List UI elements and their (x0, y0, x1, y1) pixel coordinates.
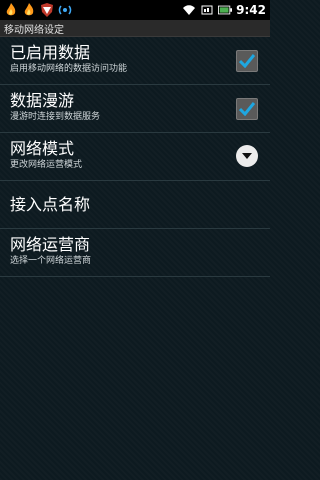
setting-title: 接入点名称 (10, 195, 91, 214)
setting-summary: 漫游时连接到数据服务 (10, 112, 101, 122)
checkmark-icon (239, 102, 255, 116)
setting-network-mode[interactable]: 网络模式 更改网络运营模式 (0, 133, 270, 181)
status-bar: 9:42 (0, 0, 270, 20)
clock: 9:42 (236, 3, 266, 17)
sim-icon (200, 3, 214, 17)
page-title: 移动网络设定 (0, 20, 270, 37)
status-right: 9:42 (182, 3, 266, 17)
setting-title: 已启用数据 (10, 43, 91, 62)
setting-access-point-names[interactable]: 接入点名称 (0, 181, 270, 229)
setting-summary: 选择一个网络运营商 (10, 256, 92, 266)
setting-network-operators[interactable]: 网络运营商 选择一个网络运营商 (0, 229, 270, 277)
wifi-broadcast-icon (58, 3, 72, 17)
data-enabled-checkbox[interactable] (236, 50, 258, 72)
shield-icon (40, 3, 54, 17)
battery-icon (218, 3, 233, 17)
setting-summary: 更改网络运营模式 (10, 160, 83, 170)
settings-list: 已启用数据 启用移动网络的数据访问功能 数据漫游 漫游时连接到数据服务 网络模式… (0, 37, 270, 277)
setting-data-roaming[interactable]: 数据漫游 漫游时连接到数据服务 (0, 85, 270, 133)
flame-icon (22, 3, 36, 17)
setting-title: 数据漫游 (10, 91, 75, 110)
chevron-down-icon (242, 153, 252, 159)
setting-title: 网络模式 (10, 139, 75, 158)
status-left (4, 3, 72, 17)
flame-icon (4, 3, 18, 17)
data-roaming-checkbox[interactable] (236, 98, 258, 120)
setting-summary: 启用移动网络的数据访问功能 (10, 64, 128, 74)
setting-data-enabled[interactable]: 已启用数据 启用移动网络的数据访问功能 (0, 37, 270, 85)
checkmark-icon (239, 54, 255, 68)
setting-title: 网络运营商 (10, 235, 91, 254)
network-mode-dropdown[interactable] (236, 145, 258, 167)
wifi-icon (182, 3, 196, 17)
